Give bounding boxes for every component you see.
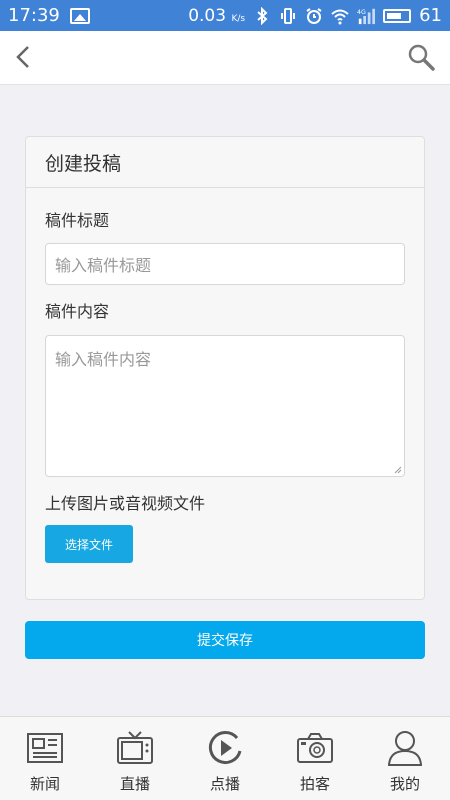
submit-save-button[interactable]: 提交保存 xyxy=(25,621,425,659)
nav-item-live[interactable]: 直播 xyxy=(90,717,180,800)
content-placeholder: 输入稿件内容 xyxy=(55,350,152,369)
top-bar xyxy=(0,31,450,85)
nav-item-photographer[interactable]: 拍客 xyxy=(270,717,360,800)
chevron-left-icon[interactable] xyxy=(10,42,40,72)
net-speed: 0.03 K/s xyxy=(188,5,246,26)
bluetooth-icon xyxy=(257,6,268,25)
resize-handle-icon[interactable] xyxy=(394,466,402,474)
camera-icon xyxy=(297,733,333,763)
status-time: 17:39 xyxy=(8,5,60,26)
title-input[interactable]: 输入稿件标题 xyxy=(45,243,405,285)
title-label: 稿件标题 xyxy=(45,211,110,230)
nav-label-news: 新闻 xyxy=(29,775,60,793)
content-label: 稿件内容 xyxy=(45,302,110,321)
nav-item-vod[interactable]: 点播 xyxy=(180,717,270,800)
choose-file-button[interactable]: 选择文件 xyxy=(45,525,133,563)
title-placeholder: 输入稿件标题 xyxy=(55,256,152,275)
play-icon xyxy=(208,731,242,764)
upload-label: 上传图片或音视频文件 xyxy=(45,494,206,513)
nav-label-live: 直播 xyxy=(119,775,150,793)
status-bar: 17:39 0.03 K/s 4G 61 xyxy=(0,0,450,31)
nav-item-news[interactable]: 新闻 xyxy=(0,717,90,800)
user-icon xyxy=(387,731,423,766)
nav-label-mine: 我的 xyxy=(389,775,420,793)
wifi-icon xyxy=(331,9,349,24)
create-submission-form: 创建投稿 稿件标题 输入稿件标题 稿件内容 输入稿件内容 上传图片或音视频文件 … xyxy=(25,136,425,600)
cell-signal-icon: 4G xyxy=(357,8,376,24)
battery-icon xyxy=(383,8,412,23)
tv-icon xyxy=(117,731,153,764)
bottom-nav: 新闻 直播 点播 拍客 我的 xyxy=(0,716,450,800)
search-icon[interactable] xyxy=(406,42,436,72)
form-title: 创建投稿 xyxy=(26,137,424,188)
svg-text:4G: 4G xyxy=(357,9,366,16)
nav-label-vod: 点播 xyxy=(209,775,240,793)
content-textarea[interactable]: 输入稿件内容 xyxy=(45,335,405,477)
newspaper-icon xyxy=(27,733,63,763)
alarm-icon xyxy=(306,7,322,24)
status-right: 0.03 K/s 4G 61 xyxy=(188,5,442,26)
nav-item-mine[interactable]: 我的 xyxy=(360,717,450,800)
battery-level: 61 xyxy=(419,5,442,26)
nav-label-photographer: 拍客 xyxy=(299,775,330,793)
vibrate-icon xyxy=(281,7,296,24)
image-notification-icon xyxy=(69,7,90,24)
